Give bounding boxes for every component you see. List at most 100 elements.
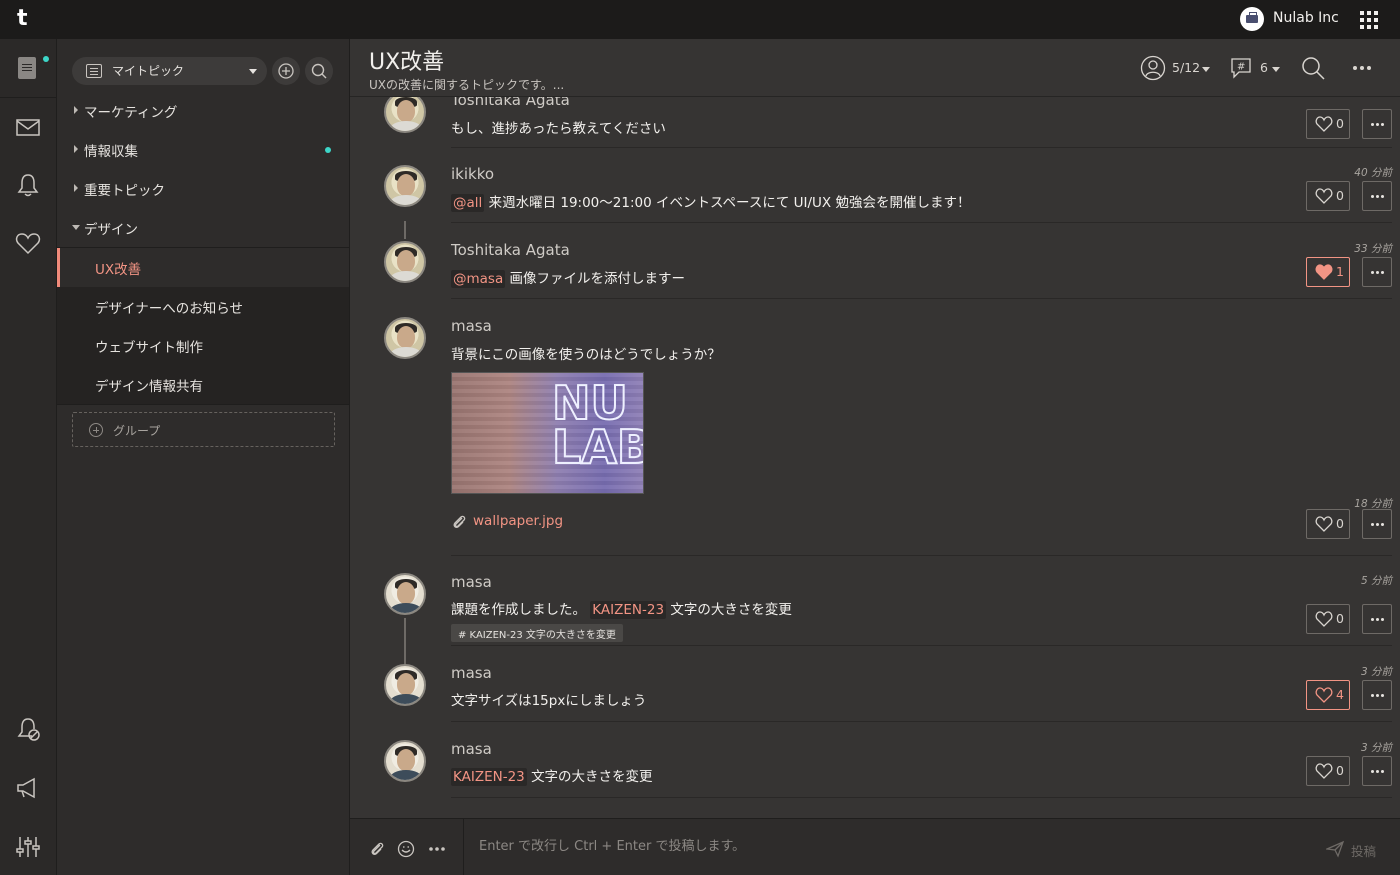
emoji-icon[interactable] bbox=[397, 840, 415, 858]
message-author[interactable]: ikikko bbox=[451, 165, 494, 183]
chevron-right-icon bbox=[74, 184, 78, 192]
message-divider bbox=[451, 797, 1392, 798]
topic-filter-select[interactable]: マイトピック bbox=[72, 57, 267, 85]
message-author[interactable]: masa bbox=[451, 664, 492, 682]
chevron-right-icon bbox=[74, 145, 78, 153]
organization-icon[interactable] bbox=[1240, 7, 1264, 31]
like-button[interactable]: 0 bbox=[1306, 756, 1350, 786]
message-body: KAIZEN-23 文字の大きさを変更 bbox=[451, 765, 653, 786]
post-button[interactable]: 投稿 bbox=[1351, 841, 1376, 860]
message-more-button[interactable] bbox=[1362, 604, 1392, 634]
tag-count: 6 bbox=[1260, 60, 1268, 75]
message-text: 背景にこの画像を使うのはどうでしょうか？ bbox=[451, 347, 721, 363]
member-count: 5/12 bbox=[1172, 60, 1201, 75]
topic-label: ウェブサイト制作 bbox=[95, 340, 203, 356]
user-icon bbox=[1140, 55, 1166, 81]
message-timestamp: 33 分前 bbox=[1354, 243, 1392, 255]
topics-icon[interactable] bbox=[18, 57, 36, 79]
unread-indicator bbox=[325, 147, 331, 153]
mute-notification-icon[interactable] bbox=[14, 715, 42, 743]
topic-description[interactable]: UXの改善に関するトピックです。... bbox=[369, 76, 564, 93]
user-avatar[interactable] bbox=[384, 664, 426, 706]
group-design[interactable]: デザイン bbox=[57, 208, 349, 247]
chevron-down-icon bbox=[1202, 67, 1210, 72]
tags-button[interactable]: # 6 bbox=[1228, 55, 1280, 81]
message-more-button[interactable] bbox=[1362, 680, 1392, 710]
mention-tag[interactable]: @all bbox=[451, 194, 485, 212]
message-author[interactable]: masa bbox=[451, 317, 492, 335]
more-options-icon[interactable] bbox=[428, 840, 446, 858]
user-avatar[interactable] bbox=[384, 573, 426, 615]
like-button[interactable]: 0 bbox=[1306, 181, 1350, 211]
add-group-button[interactable]: グループ bbox=[72, 412, 335, 447]
topic-ux-improvement[interactable]: UX改善 bbox=[57, 248, 349, 287]
message-text: 来週水曜日 19:00〜21:00 イベントスペースにて UI/UX 勉強会を開… bbox=[488, 195, 971, 211]
issue-link[interactable]: KAIZEN-23 bbox=[590, 601, 667, 619]
send-icon bbox=[1326, 840, 1344, 858]
add-topic-button[interactable] bbox=[272, 57, 300, 85]
topic-website-production[interactable]: ウェブサイト制作 bbox=[57, 326, 349, 365]
message-more-button[interactable] bbox=[1362, 756, 1392, 786]
topic-designer-notices[interactable]: デザイナーへのお知らせ bbox=[57, 287, 349, 326]
like-button[interactable]: 0 bbox=[1306, 509, 1350, 539]
message-author[interactable]: masa bbox=[451, 573, 492, 591]
members-button[interactable]: 5/12 bbox=[1140, 55, 1212, 81]
heart-icon bbox=[1315, 188, 1333, 204]
bell-icon[interactable] bbox=[14, 171, 42, 199]
message-more-button[interactable] bbox=[1362, 181, 1392, 211]
group-label: 情報収集 bbox=[84, 144, 138, 160]
message-more-button[interactable] bbox=[1362, 109, 1392, 139]
message-author[interactable]: Toshitaka Agata bbox=[451, 241, 570, 259]
apps-grid-icon[interactable] bbox=[1360, 11, 1378, 29]
chevron-down-icon bbox=[249, 69, 257, 74]
like-button[interactable]: 0 bbox=[1306, 604, 1350, 634]
message-text: 文字の大きさを変更 bbox=[670, 602, 792, 618]
heart-icon bbox=[1315, 611, 1333, 627]
user-avatar[interactable] bbox=[384, 241, 426, 283]
mail-icon[interactable] bbox=[14, 113, 42, 141]
like-button[interactable]: 4 bbox=[1306, 680, 1350, 710]
topic-header: UX改善 UXの改善に関するトピックです。... 5/12 # 6 bbox=[350, 39, 1400, 97]
like-button[interactable]: 1 bbox=[1306, 257, 1350, 287]
topic-design-info-sharing[interactable]: デザイン情報共有 bbox=[57, 365, 349, 404]
message-more-button[interactable] bbox=[1362, 257, 1392, 287]
message-text: 課題を作成しました。 bbox=[451, 602, 586, 618]
user-avatar[interactable] bbox=[384, 97, 426, 133]
message-item: Toshitaka Agata もし、進捗あったら教えてください 0 bbox=[350, 97, 1400, 148]
message-feed[interactable]: Toshitaka Agata もし、進捗あったら教えてください 0 ikikk… bbox=[350, 97, 1400, 817]
unread-indicator bbox=[43, 56, 49, 62]
top-bar: t Nulab Inc bbox=[0, 0, 1400, 39]
search-icon[interactable] bbox=[1300, 55, 1326, 81]
message-more-button[interactable] bbox=[1362, 509, 1392, 539]
message-input[interactable]: Enter で改行し Ctrl + Enter で投稿します。 bbox=[479, 835, 745, 854]
rail-divider bbox=[0, 97, 57, 98]
attachment-filename: wallpaper.jpg bbox=[473, 513, 564, 529]
user-avatar[interactable] bbox=[384, 740, 426, 782]
tag-chip[interactable]: # KAIZEN-23 文字の大きさを変更 bbox=[451, 624, 623, 642]
svg-text:#: # bbox=[1237, 62, 1245, 73]
paperclip-icon[interactable] bbox=[368, 840, 386, 858]
like-count: 0 bbox=[1336, 188, 1344, 203]
user-avatar[interactable] bbox=[384, 317, 426, 359]
more-options-icon[interactable] bbox=[1352, 59, 1372, 77]
group-info-gathering[interactable]: 情報収集 bbox=[57, 130, 349, 169]
mention-tag[interactable]: @masa bbox=[451, 270, 506, 288]
like-button[interactable]: 0 bbox=[1306, 109, 1350, 139]
user-avatar[interactable] bbox=[384, 165, 426, 207]
heart-icon bbox=[1315, 687, 1333, 703]
organization-name[interactable]: Nulab Inc bbox=[1273, 10, 1339, 26]
heart-icon bbox=[1315, 516, 1333, 532]
group-important-topics[interactable]: 重要トピック bbox=[57, 169, 349, 208]
issue-link[interactable]: KAIZEN-23 bbox=[451, 768, 527, 786]
search-topics-button[interactable] bbox=[305, 57, 333, 85]
group-marketing[interactable]: マーケティング bbox=[57, 91, 349, 130]
typetalk-logo[interactable]: t bbox=[17, 8, 37, 30]
message-author[interactable]: Toshitaka Agata bbox=[451, 97, 570, 109]
megaphone-icon[interactable] bbox=[14, 774, 42, 802]
attached-image-thumbnail[interactable]: NU LAB bbox=[451, 372, 644, 494]
heart-icon[interactable] bbox=[14, 229, 42, 257]
like-count: 0 bbox=[1336, 516, 1344, 531]
message-timestamp: 3 分前 bbox=[1360, 666, 1392, 678]
message-author[interactable]: masa bbox=[451, 740, 492, 758]
settings-sliders-icon[interactable] bbox=[14, 833, 42, 861]
